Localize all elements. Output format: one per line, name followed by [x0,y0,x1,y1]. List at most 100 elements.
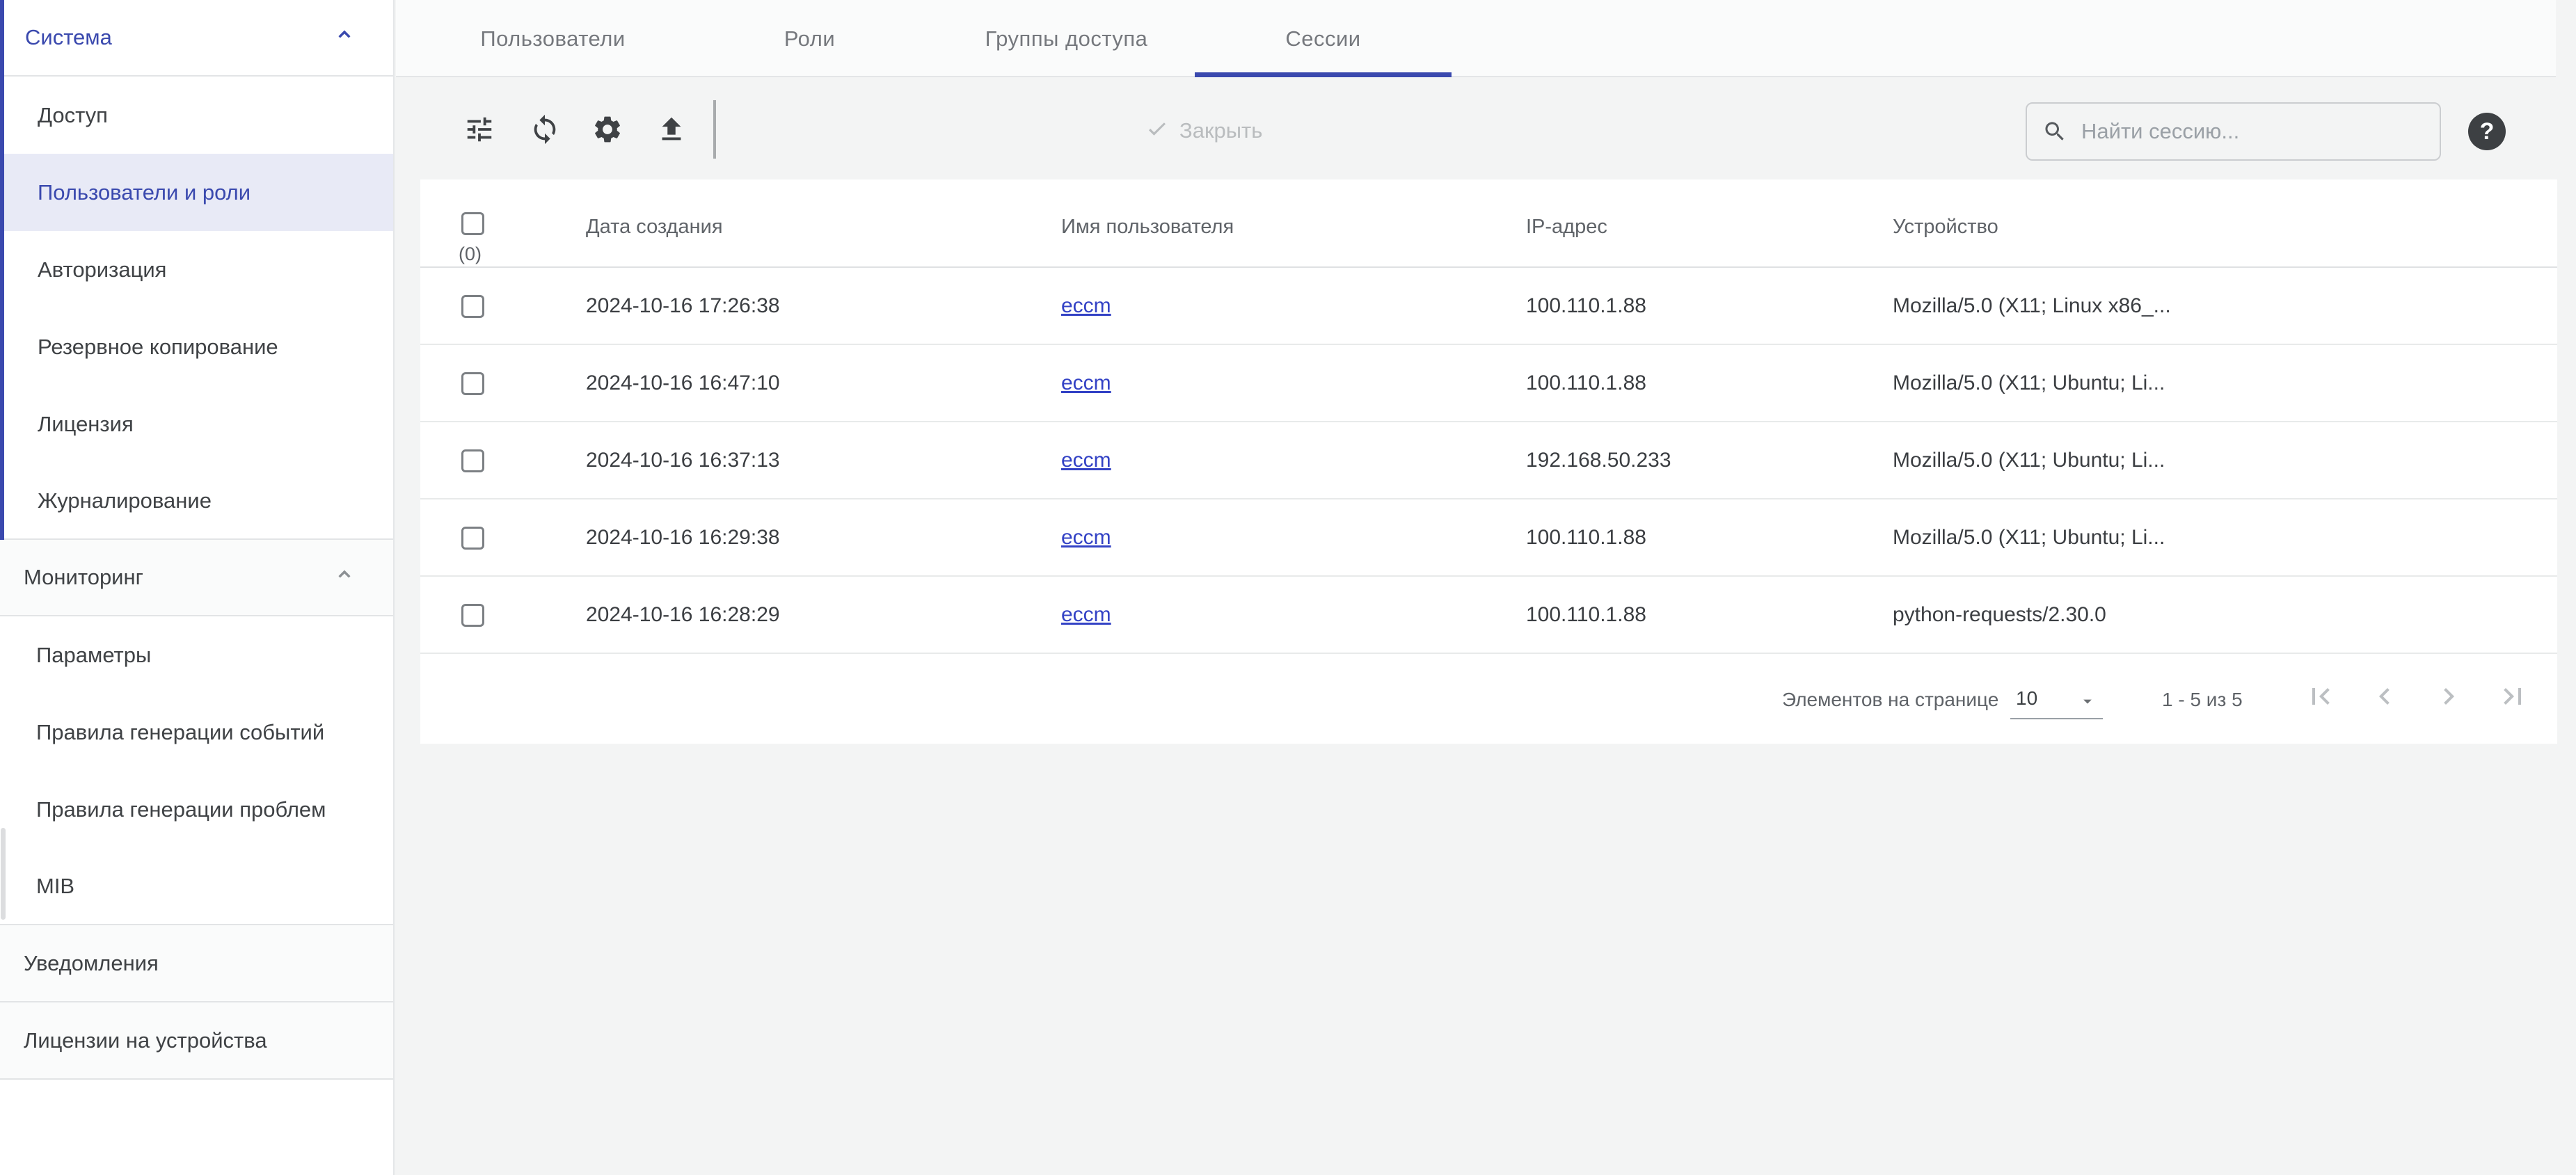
column-header-user[interactable]: Имя пользователя [1061,216,1234,239]
next-page-button[interactable] [2429,679,2468,718]
cell-date: 2024-10-16 16:37:13 [586,449,780,472]
cell-device: Mozilla/5.0 (X11; Ubuntu; Li... [1893,371,2165,395]
cell-device: Mozilla/5.0 (X11; Linux x86_... [1893,294,2171,318]
search-input[interactable] [2080,118,2424,145]
filter-columns-button[interactable] [460,111,499,150]
chevron-up-icon[interactable] [333,24,356,51]
sidebar-item-label: Резервное копирование [38,335,278,360]
chevron-left-icon [2368,680,2401,718]
cell-ip: 100.110.1.88 [1526,603,1646,627]
cell-device: Mozilla/5.0 (X11; Ubuntu; Li... [1893,526,2165,550]
cell-date: 2024-10-16 16:29:38 [586,526,780,550]
page-range-label: 1 - 5 из 5 [2162,689,2243,711]
tab-sessions[interactable]: Сессии [1195,0,1452,77]
upload-button[interactable] [652,111,691,150]
row-checkbox[interactable] [461,449,484,472]
chevron-down-icon [2078,692,2097,716]
help-button[interactable]: ? [2468,113,2506,150]
close-session-button[interactable]: Закрыть [1145,111,1262,150]
select-all-checkbox[interactable] [461,212,484,235]
settings-button[interactable] [588,111,627,150]
upload-icon [655,113,687,149]
tab-access-groups[interactable]: Группы доступа [938,0,1195,77]
sidebar-item-label: Параметры [36,643,151,668]
row-checkbox[interactable] [461,295,484,318]
tab-label: Сессии [1285,26,1360,51]
sidebar-group-header-device-licenses[interactable]: Лицензии на устройства [0,1002,393,1080]
first-page-button[interactable] [2301,679,2340,718]
items-per-page-select[interactable]: 10 [2010,679,2103,719]
sidebar-item-label: Авторизация [38,257,166,282]
row-checkbox[interactable] [461,604,484,627]
chevron-up-icon[interactable] [333,563,356,591]
user-link[interactable]: eccm [1061,449,1111,472]
cell-device: Mozilla/5.0 (X11; Ubuntu; Li... [1893,449,2165,472]
column-header-ip[interactable]: IP-адрес [1526,216,1607,239]
cell-date: 2024-10-16 16:28:29 [586,603,780,627]
row-checkbox[interactable] [461,527,484,550]
active-tab-underline [1195,72,1452,77]
items-per-page-label: Элементов на странице [1782,689,1998,711]
sidebar-item-problem-rules[interactable]: Правила генерации проблем [0,771,393,848]
close-button-label: Закрыть [1179,118,1262,143]
cell-date: 2024-10-16 16:47:10 [586,371,780,395]
sidebar-item-label: Лицензия [38,412,134,437]
sidebar-group-label: Система [25,25,112,50]
sidebar-group-label: Лицензии на устройства [24,1028,267,1053]
table-footer: Элементов на странице 10 1 - 5 из 5 [420,654,2557,744]
sidebar-item-license[interactable]: Лицензия [4,385,393,463]
tab-users[interactable]: Пользователи [424,0,681,77]
previous-page-button[interactable] [2365,679,2404,718]
table-row[interactable]: 2024-10-16 16:37:13 eccm 192.168.50.233 … [420,422,2557,499]
user-link[interactable]: eccm [1061,526,1111,550]
sidebar-group-header-notifications[interactable]: Уведомления [0,925,393,1002]
question-mark-icon: ? [2480,118,2495,145]
sidebar-item-mib[interactable]: MIB [0,848,393,925]
sidebar-group-label: Мониторинг [24,565,143,590]
gear-icon [591,113,623,149]
row-checkbox[interactable] [461,372,484,395]
table-row[interactable]: 2024-10-16 16:29:38 eccm 100.110.1.88 Mo… [420,499,2557,577]
sidebar-item-authorization[interactable]: Авторизация [4,231,393,308]
sidebar-group-header-monitoring[interactable]: Мониторинг [0,540,393,616]
sidebar-group-header-system[interactable]: Система [4,0,393,77]
cell-ip: 100.110.1.88 [1526,371,1646,395]
sidebar-item-dostup[interactable]: Доступ [4,77,393,154]
user-link[interactable]: eccm [1061,371,1111,395]
sidebar-item-backup[interactable]: Резервное копирование [4,308,393,385]
tab-label: Роли [784,26,835,51]
toolbar-divider [713,100,716,159]
app-root: Система Доступ Пользователи и роли Автор… [0,0,2576,1175]
user-link[interactable]: eccm [1061,294,1111,318]
sidebar-item-label: Правила генерации проблем [36,797,326,822]
sidebar-scrollbar[interactable] [1,828,6,920]
sidebar-item-logging[interactable]: Журналирование [4,463,393,540]
sidebar-item-users-roles[interactable]: Пользователи и роли [4,154,393,231]
search-box [2026,102,2441,161]
search-icon [2042,119,2067,144]
sidebar-item-parameters[interactable]: Параметры [0,616,393,694]
first-page-icon [2304,680,2337,718]
table-row[interactable]: 2024-10-16 16:28:29 eccm 100.110.1.88 py… [420,577,2557,654]
tab-roles[interactable]: Роли [681,0,938,77]
sidebar-item-label: MIB [36,874,74,899]
cell-ip: 100.110.1.88 [1526,294,1646,318]
sidebar: Система Доступ Пользователи и роли Автор… [0,0,395,1175]
column-header-date[interactable]: Дата создания [586,216,723,239]
sidebar-item-label: Пользователи и роли [38,180,251,205]
table-header-row: (0) Дата создания Имя пользователя IP-ад… [420,179,2557,268]
cell-device: python-requests/2.30.0 [1893,603,2106,627]
sidebar-item-label: Журналирование [38,488,212,513]
tab-label: Пользователи [480,26,625,51]
column-header-device[interactable]: Устройство [1893,216,1998,239]
tab-bar: Пользователи Роли Группы доступа Сессии [396,0,2556,77]
refresh-button[interactable] [525,111,564,150]
sidebar-group-label: Уведомления [24,951,159,976]
tab-label: Группы доступа [985,26,1148,51]
table-row[interactable]: 2024-10-16 17:26:38 eccm 100.110.1.88 Mo… [420,268,2557,345]
refresh-icon [529,113,561,149]
sidebar-item-event-rules[interactable]: Правила генерации событий [0,694,393,771]
table-row[interactable]: 2024-10-16 16:47:10 eccm 100.110.1.88 Mo… [420,345,2557,422]
user-link[interactable]: eccm [1061,603,1111,627]
last-page-button[interactable] [2493,679,2532,718]
